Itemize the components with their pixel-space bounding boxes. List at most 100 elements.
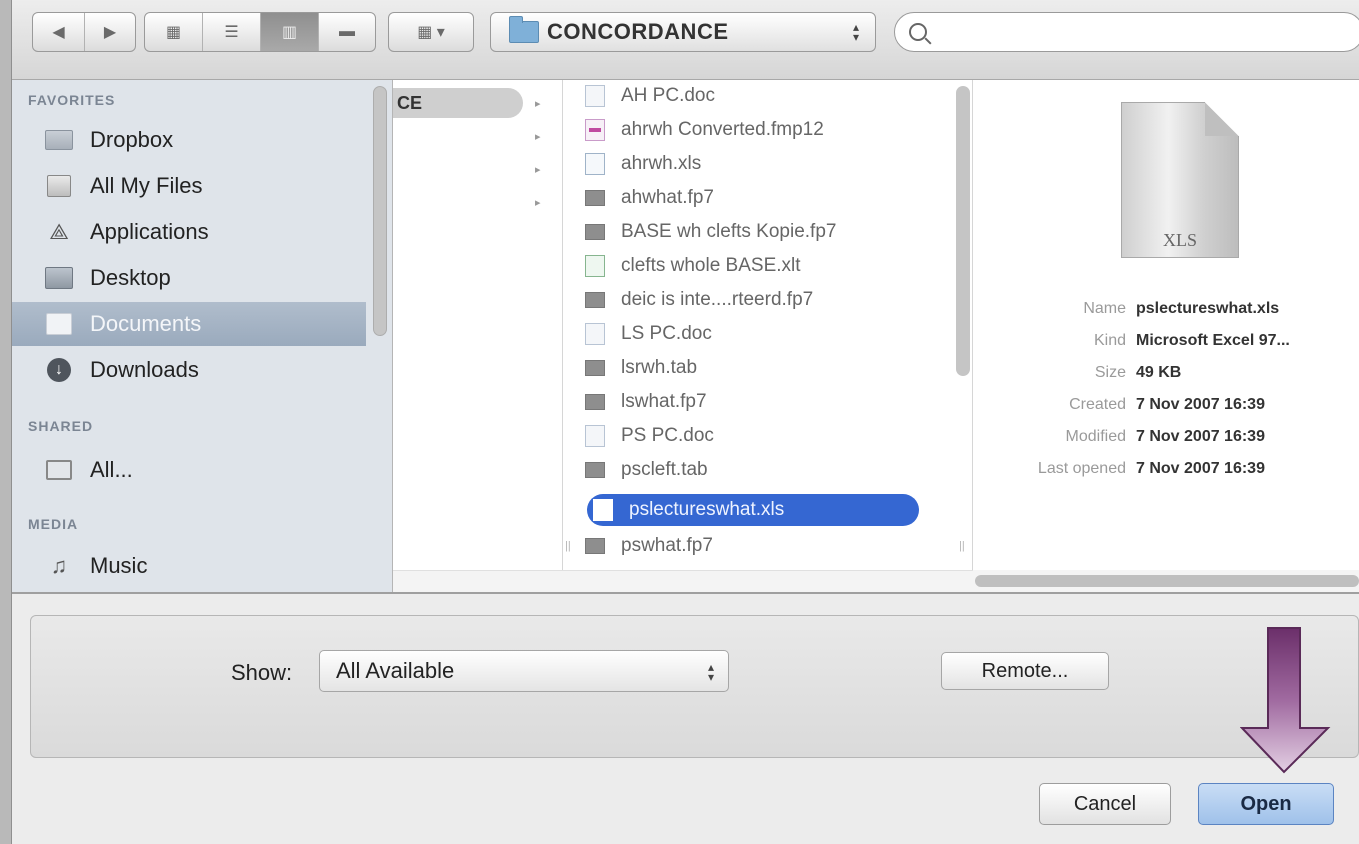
scrollbar-thumb[interactable] [975, 575, 1359, 587]
file-name: pslectureswhat.xls [629, 499, 785, 520]
file-row[interactable]: ahrwh.xls [585, 148, 925, 180]
sidebar-heading-media: MEDIA [28, 516, 79, 532]
column-item-selected[interactable]: CE [393, 88, 523, 118]
file-row[interactable]: ahwhat.fp7 [585, 182, 925, 214]
document-icon [585, 323, 605, 345]
template-file-icon [585, 255, 605, 277]
spreadsheet-icon [593, 499, 613, 521]
file-name: lswhat.fp7 [621, 391, 707, 412]
file-row[interactable]: AH PC.doc [585, 80, 925, 112]
meta-value: 7 Nov 2007 16:39 [1136, 396, 1265, 413]
search-input[interactable] [939, 21, 1339, 43]
sidebar-item-label: Desktop [90, 265, 171, 290]
coverflow-view-icon[interactable]: ▬ [319, 13, 375, 51]
forward-arrow-icon[interactable]: ▶ [85, 13, 135, 51]
network-icon [44, 458, 74, 482]
column-view-icon[interactable]: ▥ [261, 13, 319, 51]
sidebar-item-applications[interactable]: ⟁ Applications [12, 210, 366, 254]
file-row[interactable]: ahrwh Converted.fmp12 [585, 114, 925, 146]
down-arrow-icon [1240, 627, 1331, 774]
meta-value: 49 KB [1136, 364, 1182, 381]
back-forward-control: ◀ ▶ [32, 12, 136, 52]
file-extension: XLS [1162, 230, 1197, 250]
open-button[interactable]: Open [1198, 783, 1334, 825]
updown-chevron-icon: ▴ ▾ [707, 660, 714, 684]
sidebar-item-dropbox[interactable]: Dropbox [12, 118, 366, 162]
file-row[interactable]: pswhat.fp7 [585, 530, 925, 562]
file-row[interactable]: BASE wh clefts Kopie.fp7 [585, 216, 925, 248]
show-select[interactable]: All Available ▴ ▾ [319, 650, 729, 692]
file-row[interactable]: LS PC.doc [585, 318, 925, 350]
horizontal-scrollbar[interactable] [973, 570, 1359, 592]
file-name: deic is inte....rteerd.fp7 [621, 289, 814, 310]
file-row-selected[interactable]: pslectureswhat.xls [587, 494, 919, 526]
sidebar-scrollbar[interactable] [373, 86, 387, 336]
arrange-button[interactable]: ▦ ▾ [388, 12, 474, 52]
meta-row-modified: Modified 7 Nov 2007 16:39 [973, 428, 1359, 460]
sidebar-item-label: Downloads [90, 357, 199, 382]
sidebar-item-documents[interactable]: Documents [12, 302, 366, 346]
file-name: ahrwh.xls [621, 153, 702, 174]
disclosure-arrows: ▸ ▸ ▸ ▸ [535, 98, 541, 209]
folder-icon [44, 128, 74, 152]
column-resize-handle[interactable]: || [959, 540, 965, 552]
back-arrow-icon[interactable]: ◀ [33, 13, 85, 51]
document-icon [585, 85, 605, 107]
show-select-value: All Available [336, 658, 455, 683]
sidebar-item-downloads[interactable]: ↓ Downloads [12, 348, 366, 392]
file-name: ahrwh Converted.fmp12 [621, 119, 824, 140]
filemaker-icon [585, 119, 605, 141]
meta-key: Modified [1065, 428, 1126, 445]
file-row[interactable]: lswhat.fp7 [585, 386, 925, 418]
sidebar-item-label: Documents [90, 311, 202, 336]
path-label: CONCORDANCE [547, 19, 729, 44]
file-name: clefts whole BASE.xlt [621, 255, 801, 276]
view-mode-control: ▦ ☰ ▥ ▬ [144, 12, 376, 52]
meta-row-kind: Kind Microsoft Excel 97... [973, 332, 1359, 364]
preview-pane: XLS Name pslectureswhat.xls Kind Microso… [973, 80, 1359, 592]
meta-value: Microsoft Excel 97... [1136, 332, 1290, 349]
file-column-scrollbar[interactable] [956, 86, 970, 376]
database-file-icon [585, 394, 605, 410]
meta-row-created: Created 7 Nov 2007 16:39 [973, 396, 1359, 428]
search-field[interactable] [894, 12, 1359, 52]
sidebar-item-all-my-files[interactable]: All My Files [12, 164, 366, 208]
file-row[interactable]: PS PC.doc [585, 420, 925, 452]
xls-document-icon: XLS [1121, 102, 1239, 258]
desktop-icon [44, 266, 74, 290]
file-name: lsrwh.tab [621, 357, 698, 378]
music-icon: ♫ [50, 553, 68, 578]
sidebar-heading-favorites: FAVORITES [28, 92, 116, 108]
folder-icon [509, 16, 539, 43]
meta-key: Created [1069, 396, 1126, 413]
file-name: ahwhat.fp7 [621, 187, 714, 208]
sidebar-item-music[interactable]: ♫ Music [12, 544, 366, 588]
arrange-grid-icon: ▦ ▾ [417, 24, 445, 41]
file-row[interactable]: deic is inte....rteerd.fp7 [585, 284, 925, 316]
remote-button[interactable]: Remote... [941, 652, 1109, 690]
file-name: pswhat.fp7 [621, 535, 713, 556]
path-popup[interactable]: CONCORDANCE ▴ ▾ [490, 12, 876, 52]
meta-key: Name [1083, 300, 1126, 317]
file-row[interactable]: clefts whole BASE.xlt [585, 250, 925, 282]
data-file-icon [585, 360, 605, 376]
browser-column-files: AH PC.doc ahrwh Converted.fmp12 ahrwh.xl… [563, 80, 973, 570]
file-name: AH PC.doc [621, 85, 715, 106]
meta-key: Size [1094, 364, 1126, 381]
file-row[interactable]: pscleft.tab [585, 454, 925, 486]
cancel-button[interactable]: Cancel [1039, 783, 1171, 825]
sidebar-item-desktop[interactable]: Desktop [12, 256, 366, 300]
file-row[interactable]: lsrwh.tab [585, 352, 925, 384]
column-resize-handle[interactable]: || [565, 540, 571, 552]
all-files-icon [44, 174, 74, 198]
list-view-icon[interactable]: ☰ [203, 13, 261, 51]
sidebar-item-shared-all[interactable]: All... [12, 448, 366, 492]
meta-value: 7 Nov 2007 16:39 [1136, 428, 1265, 445]
database-file-icon [585, 292, 605, 308]
applications-icon: ⟁ [49, 219, 69, 244]
sidebar-item-label: All My Files [90, 173, 203, 198]
meta-key: Last opened [1037, 460, 1126, 477]
browser-column-1: CE ▸ ▸ ▸ ▸ [393, 80, 563, 570]
icon-view-icon[interactable]: ▦ [145, 13, 203, 51]
meta-key: Kind [1093, 332, 1126, 349]
